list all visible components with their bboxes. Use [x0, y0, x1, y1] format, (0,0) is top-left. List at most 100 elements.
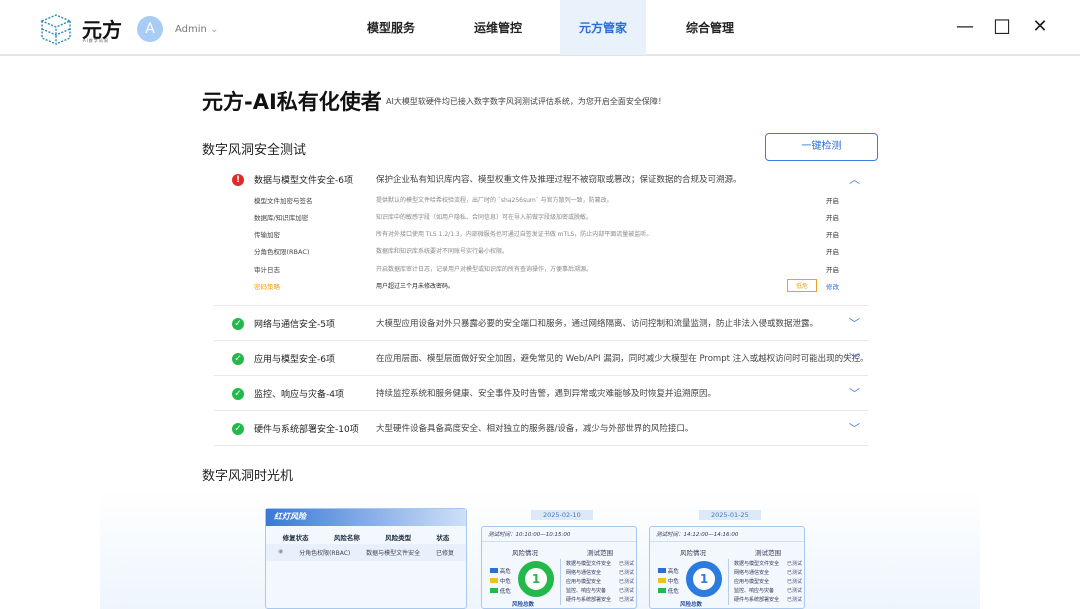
risk-panel-title: 红灯风险: [266, 509, 466, 526]
scope-status: 已测试: [618, 561, 634, 567]
close-icon[interactable]: ✕: [1029, 16, 1051, 38]
scope-name: 硬件与系统部署安全: [566, 597, 612, 603]
tab-ops[interactable]: 运维管控: [455, 0, 541, 55]
risk-status: 已修复: [436, 550, 455, 557]
category-app-model[interactable]: ✓ 应用与模型安全-6项 在应用层面、模型层面做好安全加固，避免常见的 Web/AP…: [214, 341, 869, 376]
category-desc: 在应用层面、模型层面做好安全加固，避免常见的 Web/API 漏洞，同时减少大模…: [376, 354, 869, 364]
sub-item-desc: 所有对外接口使用 TLS 1.2/1.3，内部微服务也可通过自签发证书做 mTL…: [376, 231, 653, 238]
check-icon: ✓: [232, 388, 244, 400]
record-date[interactable]: 2025-01-25: [699, 510, 761, 520]
scope-item: 数据与模型文件安全 已测试: [734, 560, 802, 567]
risk-panel: 红灯风险 修复状态 风险名称 风险类型 状态 ◉ 分角色权限(RBAC) 数据与…: [265, 508, 467, 609]
scope-status: 已测试: [618, 588, 634, 594]
divider: [560, 559, 561, 605]
one-click-detect-button[interactable]: 一键检测: [765, 133, 878, 161]
maximize-icon[interactable]: ☐: [991, 16, 1013, 38]
col-header: 风险名称: [333, 534, 360, 542]
scope-name: 数据与模型文件安全: [566, 561, 612, 567]
legend-item: 高危: [490, 567, 511, 575]
sub-item-desc: 提供默认的模型文件哈希校验流程，出厂时的 `sha256sum` 与官方散列一致…: [376, 197, 613, 204]
tab-model-service[interactable]: 模型服务: [348, 0, 434, 55]
category-name: 应用与模型安全-6项: [254, 355, 335, 365]
test-record-card[interactable]: 测试时间：14:12:00—14:16:00 风险情况 测试范围 高危 中危 低…: [649, 526, 805, 609]
sub-item-name: 数据库/知识库加密: [254, 214, 309, 222]
legend-label: 低危: [667, 589, 679, 595]
scope-name: 应用与模型安全: [566, 579, 602, 585]
category-name: 网络与通信安全-5项: [254, 320, 335, 330]
scope-name: 应用与模型安全: [734, 579, 770, 585]
risk-total-donut: 1: [686, 561, 722, 597]
sub-item-state: 开启: [826, 197, 839, 205]
legend-label: 高危: [499, 569, 511, 575]
scope-status: 已测试: [618, 597, 634, 603]
divider: [728, 559, 729, 605]
sub-item-name: 模型文件加密与签名: [254, 197, 313, 205]
brand-subtitle: AI数字风洞: [83, 38, 109, 43]
chevron-down-icon[interactable]: ﹀: [849, 350, 860, 366]
record-time: 测试时间：14:12:00—14:16:00: [650, 527, 804, 542]
category-name: 硬件与系统部署安全-10项: [254, 425, 359, 435]
sub-item-name: 分角色权限(RBAC): [254, 248, 310, 256]
avatar[interactable]: A: [137, 16, 163, 42]
minimize-icon[interactable]: —: [954, 16, 976, 38]
risk-type: 数据与模型文件安全: [366, 550, 421, 557]
chevron-down-icon[interactable]: ﹀: [849, 385, 860, 401]
scope-name: 监控、响应与灾备: [734, 588, 775, 594]
record-date[interactable]: 2025-02-10: [531, 510, 593, 520]
user-menu[interactable]: Admin ⌄: [175, 24, 218, 35]
sub-item-desc: 开启数据库审计日志，记录用户对模型或知识库的所有查询操作，方便事后溯源。: [376, 266, 593, 273]
scope-name: 网络与通信安全: [566, 570, 602, 576]
risk-name: 分角色权限(RBAC): [299, 550, 351, 557]
legend-item: 中危: [490, 577, 511, 585]
category-name: 监控、响应与灾备-4项: [254, 390, 344, 400]
scope-name: 数据与模型文件安全: [734, 561, 780, 567]
table-row[interactable]: ◉ 分角色权限(RBAC) 数据与模型文件安全 已修复: [266, 544, 466, 561]
scope-item: 网络与通信安全 已测试: [734, 569, 802, 576]
scope-title: 测试范围: [755, 549, 781, 557]
test-record-card[interactable]: 测试时间：10:10:00—10:15:00 风险情况 测试范围 高危 中危 低…: [481, 526, 637, 609]
category-desc: 大模型应用设备对外只暴露必要的安全端口和服务，通过网络隔离、访问控制和流量监测，…: [376, 319, 819, 329]
risk-total-label: 风险总数: [680, 602, 703, 608]
scope-name: 监控、响应与灾备: [566, 588, 607, 594]
page-subtitle: AI大模型软硬件均已接入数字数字风洞测试评估系统，为您开启全面安全保障！: [386, 97, 666, 106]
sub-item-name: 审计日志: [254, 266, 280, 274]
category-monitoring[interactable]: ✓ 监控、响应与灾备-4项 持续监控系统和服务健康、安全事件及时告警，遇到异常或灾难…: [214, 376, 868, 411]
tab-steward[interactable]: 元方管家: [560, 0, 646, 55]
warning-icon: !: [232, 174, 244, 186]
risk-title: 风险情况: [680, 549, 706, 557]
scope-item: 监控、响应与灾备 已测试: [734, 587, 802, 594]
sub-item-state: 开启: [826, 214, 839, 222]
scope-item: 硬件与系统部署安全 已测试: [566, 596, 634, 603]
category-name: 数据与模型文件安全-6项: [254, 176, 353, 186]
sub-item-state: 开启: [826, 231, 839, 239]
section-title-timemachine: 数字风洞时光机: [202, 469, 294, 484]
col-header: 状态: [436, 534, 450, 542]
sub-item-name: 传输加密: [254, 231, 280, 239]
user-name: Admin: [175, 24, 207, 35]
sub-item-desc: 数据库和知识库系统要对不同账号实行最小权限。: [376, 248, 509, 255]
category-hardware[interactable]: ✓ 硬件与系统部署安全-10项 大型硬件设备具备高度安全、相对独立的服务器/设备，减…: [214, 411, 868, 446]
page-title: 元方-AI私有化使者: [202, 90, 382, 114]
risk-badge: 低危: [787, 279, 818, 292]
category-desc: 持续监控系统和服务健康、安全事件及时告警，遇到异常或灾难能够及时恢复并追溯原因。: [376, 389, 717, 399]
col-header: 风险类型: [385, 534, 412, 542]
app-header: 元方 AI数字风洞 A Admin ⌄ 模型服务 运维管控 元方管家 综合管理 …: [0, 0, 1080, 56]
scope-item: 应用与模型安全 已测试: [566, 578, 634, 585]
sub-item-name: 密码策略: [254, 283, 280, 291]
chevron-down-icon[interactable]: ﹀: [849, 315, 860, 331]
tab-general[interactable]: 综合管理: [667, 0, 753, 55]
sub-item-desc: 用户超过三个月未修改密码。: [376, 283, 455, 290]
scope-status: 已测试: [786, 597, 802, 603]
scope-status: 已测试: [786, 588, 802, 594]
scope-status: 已测试: [786, 570, 802, 576]
col-header: 修复状态: [282, 534, 309, 542]
legend-item: 低危: [490, 587, 511, 595]
logo-icon: [40, 14, 72, 46]
chevron-up-icon[interactable]: ︿: [849, 171, 860, 187]
category-desc: 保护企业私有知识库内容、模型权重文件及推理过程不被窃取或篡改；保证数据的合规及可…: [376, 175, 742, 185]
check-icon: ✓: [232, 423, 244, 435]
sub-item-desc: 知识库中的敏感字段（如用户隐私、合同信息）可在导入前做字段级加密或脱敏。: [376, 214, 593, 221]
chevron-down-icon[interactable]: ﹀: [849, 420, 860, 436]
modify-link[interactable]: 修改: [826, 281, 839, 291]
category-network[interactable]: ✓ 网络与通信安全-5项 大模型应用设备对外只暴露必要的安全端口和服务，通过网络隔离…: [214, 306, 868, 341]
